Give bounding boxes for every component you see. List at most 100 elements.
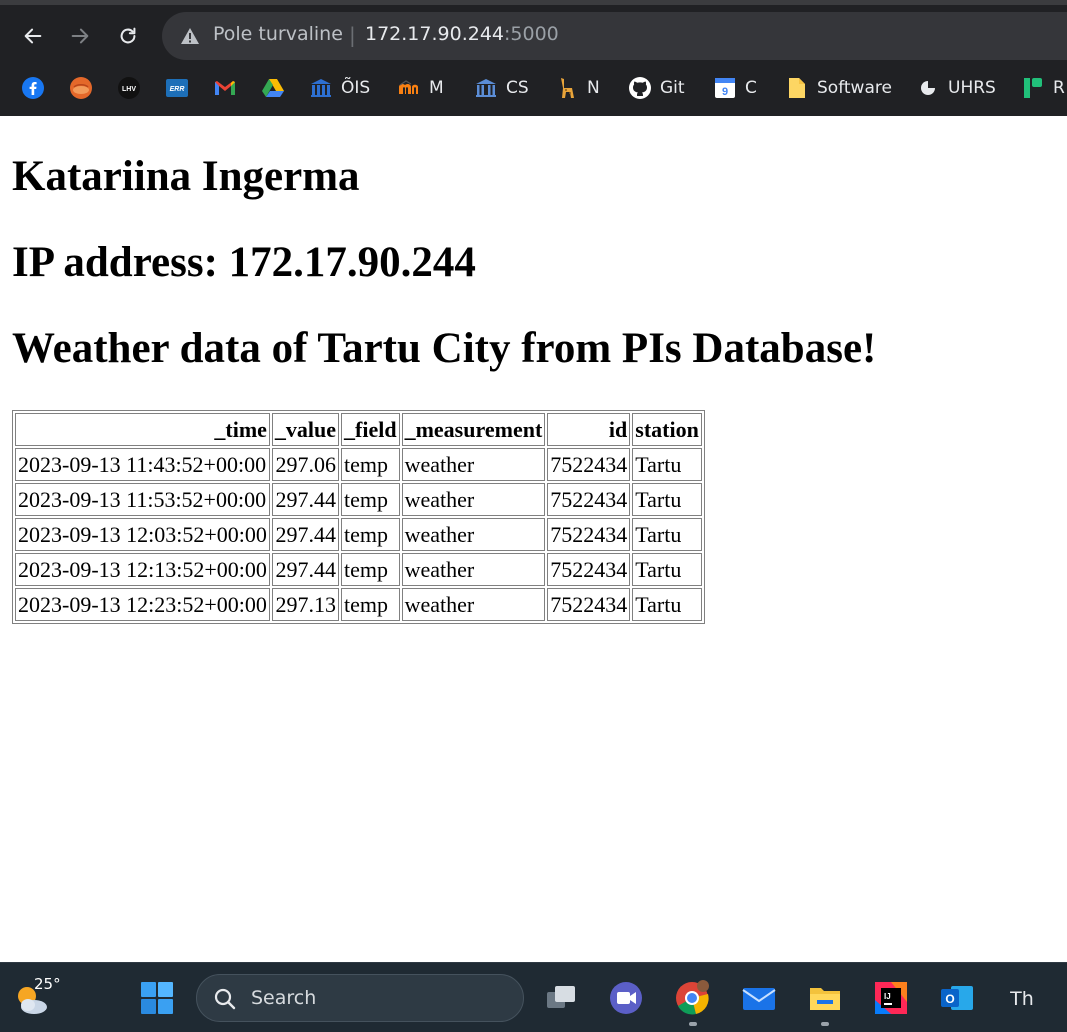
cell-time: 2023-09-13 12:13:52+00:00: [15, 553, 270, 586]
cell-time: 2023-09-13 12:03:52+00:00: [15, 518, 270, 551]
column-header-id: id: [547, 413, 631, 446]
start-button[interactable]: [137, 978, 177, 1018]
browser-chrome: Pole turvaline | 172.17.90.244:5000 LHV …: [0, 0, 1067, 116]
cell-station: Tartu: [632, 518, 702, 551]
cell-station: Tartu: [632, 483, 702, 516]
svg-text:Th: Th: [1009, 988, 1034, 1010]
bookmark-giraffe[interactable]: N: [555, 70, 600, 106]
bookmark-uhrs[interactable]: UHRS: [916, 70, 996, 106]
bookmark-label: Software: [817, 78, 892, 98]
table-row: 2023-09-13 11:53:52+00:00 297.44 temp we…: [15, 483, 702, 516]
bookmark-label: Git: [660, 78, 685, 98]
cell-id: 7522434: [547, 448, 631, 481]
forward-arrow-icon: [71, 28, 89, 44]
intellij-app-button[interactable]: IJ: [871, 978, 911, 1018]
column-header-station: station: [632, 413, 702, 446]
bookmark-github[interactable]: Git: [628, 70, 685, 106]
column-header-time: _time: [15, 413, 270, 446]
github-icon: [628, 76, 652, 100]
bookmark-gmail[interactable]: [213, 70, 237, 106]
page-content: Katariina Ingerma IP address: 172.17.90.…: [0, 116, 1067, 962]
meet-app-button[interactable]: [606, 978, 646, 1018]
reload-button[interactable]: [112, 20, 144, 52]
cell-field: temp: [341, 588, 400, 621]
search-placeholder: Search: [251, 987, 317, 1009]
svg-text:9: 9: [722, 86, 728, 98]
bookmark-label: M: [429, 78, 444, 98]
bookmark-orange[interactable]: [69, 70, 93, 106]
cell-field: temp: [341, 483, 400, 516]
bookmark-label: ÕIS: [341, 78, 371, 98]
cell-value: 297.44: [271, 553, 340, 586]
table-header-row: _time _value _field _measurement id stat…: [15, 413, 702, 446]
bookmark-label: N: [587, 78, 600, 98]
security-status-label[interactable]: Pole turvaline: [213, 23, 343, 45]
name-heading: Katariina Ingerma: [12, 153, 360, 200]
task-view-button[interactable]: [541, 978, 581, 1018]
back-arrow-icon: [24, 28, 42, 44]
bookmark-google-drive[interactable]: [261, 70, 285, 106]
table-row: 2023-09-13 12:13:52+00:00 297.44 temp we…: [15, 553, 702, 586]
bookmark-cs[interactable]: CS: [474, 70, 529, 106]
file-explorer-button[interactable]: [805, 978, 845, 1018]
video-call-icon: [610, 982, 642, 1014]
bookmark-ois[interactable]: ÕIS: [309, 70, 370, 106]
column-header-value: _value: [271, 413, 340, 446]
cell-station: Tartu: [632, 448, 702, 481]
weather-data-table: _time _value _field _measurement id stat…: [12, 410, 705, 624]
task-view-icon: [547, 986, 575, 1008]
cell-time: 2023-09-13 11:53:52+00:00: [15, 483, 270, 516]
ois-building-icon: [309, 76, 333, 100]
google-drive-icon: [261, 76, 285, 100]
cell-id: 7522434: [547, 483, 631, 516]
cell-measurement: weather: [401, 553, 546, 586]
bookmark-label: R: [1053, 78, 1065, 98]
taskbar-search-box[interactable]: Search: [196, 974, 524, 1022]
cell-id: 7522434: [547, 553, 631, 586]
address-bar[interactable]: Pole turvaline | 172.17.90.244:5000: [162, 12, 1067, 60]
chrome-running-indicator: [689, 1022, 697, 1026]
ip-heading: IP address: 172.17.90.244: [12, 239, 476, 286]
th-app-button[interactable]: Th: [1002, 978, 1042, 1018]
url-host: 172.17.90.244: [365, 23, 505, 45]
cell-field: temp: [341, 553, 400, 586]
cell-value: 297.44: [271, 518, 340, 551]
cell-value: 297.06: [271, 448, 340, 481]
gmail-icon: [213, 76, 237, 100]
bookmark-facebook[interactable]: [21, 70, 45, 106]
cell-id: 7522434: [547, 518, 631, 551]
url-text[interactable]: 172.17.90.244:5000: [365, 23, 559, 45]
explorer-running-indicator: [821, 1022, 829, 1026]
bookmark-r[interactable]: R: [1021, 70, 1065, 106]
intellij-icon: IJ: [875, 982, 907, 1014]
search-icon: [214, 988, 236, 1010]
cell-value: 297.13: [271, 588, 340, 621]
cell-measurement: weather: [401, 483, 546, 516]
table-row: 2023-09-13 12:23:52+00:00 297.13 temp we…: [15, 588, 702, 621]
green-r-icon: [1021, 76, 1045, 100]
cell-measurement: weather: [401, 518, 546, 551]
bookmark-software-folder[interactable]: Software: [785, 70, 892, 106]
cell-field: temp: [341, 518, 400, 551]
bookmark-calendar[interactable]: 9 C: [713, 70, 757, 106]
taskbar: 25° Search IJ O Th: [0, 962, 1067, 1032]
table-row: 2023-09-13 12:03:52+00:00 297.44 temp we…: [15, 518, 702, 551]
svg-text:O: O: [945, 992, 954, 1006]
outlook-app-button[interactable]: O: [937, 978, 977, 1018]
warning-triangle-icon[interactable]: [180, 26, 200, 46]
calendar-icon: 9: [713, 76, 737, 100]
weather-temperature: 25°: [34, 975, 61, 993]
bookmark-err[interactable]: ERR: [165, 70, 189, 106]
forward-button[interactable]: [64, 20, 96, 52]
windows-logo-icon: [141, 982, 173, 1014]
err-icon: ERR: [165, 76, 189, 100]
moodle-icon: [397, 76, 421, 100]
bookmark-lhv[interactable]: LHV: [117, 70, 141, 106]
bookmark-label: UHRS: [948, 78, 996, 98]
bookmark-moodle[interactable]: M: [397, 70, 444, 106]
folder-icon: [785, 76, 809, 100]
back-button[interactable]: [17, 20, 49, 52]
chrome-app-button[interactable]: [672, 978, 712, 1018]
mail-app-button[interactable]: [739, 978, 779, 1018]
weather-widget[interactable]: 25°: [12, 975, 62, 1021]
